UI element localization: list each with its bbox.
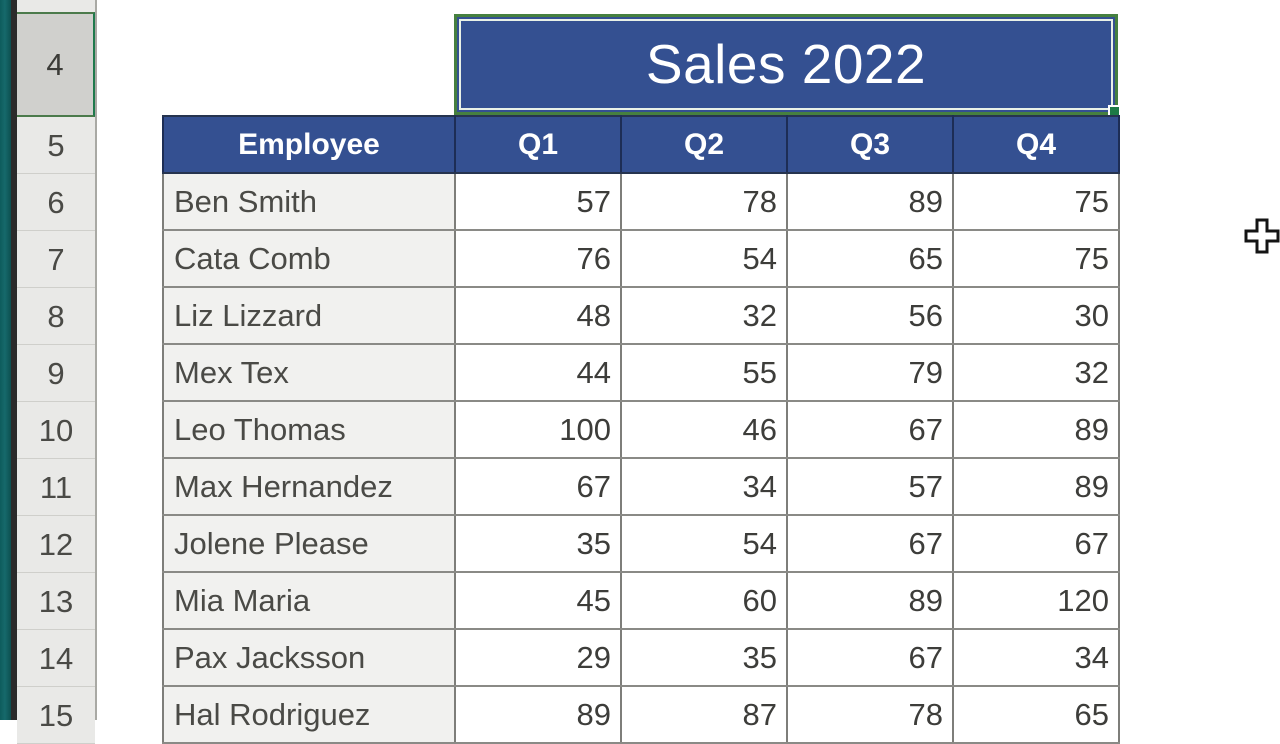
cell-q4[interactable]: 75 [953, 230, 1120, 288]
cell-q2[interactable]: 34 [621, 458, 788, 516]
row-header-4[interactable]: 4 [17, 12, 95, 117]
table-header-row-group: Employee Q1 Q2 Q3 Q4 [162, 115, 1120, 174]
cell-q2[interactable]: 54 [621, 230, 788, 288]
cell-q3[interactable]: 56 [787, 287, 954, 345]
cell-q3[interactable]: 65 [787, 230, 954, 288]
merged-title-cell[interactable]: Sales 2022 [454, 14, 1121, 118]
cell-q3[interactable]: 89 [787, 173, 954, 231]
cell-q4[interactable]: 89 [953, 458, 1120, 516]
cell-employee[interactable]: Jolene Please [162, 515, 456, 573]
cell-q2[interactable]: 60 [621, 572, 788, 630]
row-header-12[interactable]: 12 [17, 516, 95, 573]
cell-q3[interactable]: 67 [787, 629, 954, 687]
cell-q2[interactable]: 32 [621, 287, 788, 345]
cell-employee[interactable]: Mex Tex [162, 344, 456, 402]
cell-employee[interactable]: Ben Smith [162, 173, 456, 231]
cell-q4[interactable]: 65 [953, 686, 1120, 744]
cell-q3[interactable]: 89 [787, 572, 954, 630]
table-row[interactable]: Cata Comb 76 54 65 75 [162, 230, 1120, 288]
row-header-10[interactable]: 10 [17, 402, 95, 459]
cell-q3[interactable]: 57 [787, 458, 954, 516]
cell-q1[interactable]: 76 [455, 230, 622, 288]
page-title: Sales 2022 [645, 33, 927, 95]
row-header-11[interactable]: 11 [17, 459, 95, 516]
cell-employee[interactable]: Mia Maria [162, 572, 456, 630]
cell-q3[interactable]: 78 [787, 686, 954, 744]
row-header-gutter[interactable]: 4 5 6 7 8 9 10 11 12 13 14 15 [17, 0, 97, 744]
table-row[interactable]: Hal Rodriguez 89 87 78 65 [162, 686, 1120, 744]
cell-q4[interactable]: 75 [953, 173, 1120, 231]
column-header-q2[interactable]: Q2 [621, 115, 788, 174]
app-edge-strip [0, 0, 11, 720]
cell-q3[interactable]: 67 [787, 401, 954, 459]
cell-q4[interactable]: 120 [953, 572, 1120, 630]
cell-q4[interactable]: 30 [953, 287, 1120, 345]
cell-q2[interactable]: 46 [621, 401, 788, 459]
cell-q1[interactable]: 29 [455, 629, 622, 687]
cell-q4[interactable]: 34 [953, 629, 1120, 687]
cell-q2[interactable]: 78 [621, 173, 788, 231]
table-row[interactable]: Liz Lizzard 48 32 56 30 [162, 287, 1120, 345]
table-header-row: Employee Q1 Q2 Q3 Q4 [162, 115, 1120, 174]
cell-q3[interactable]: 79 [787, 344, 954, 402]
table-body: Ben Smith 57 78 89 75 Cata Comb 76 54 65 75 Liz Li… [162, 173, 1120, 744]
column-header-q1[interactable]: Q1 [455, 115, 622, 174]
cell-select-cross-cursor [1243, 218, 1280, 256]
row-header-15[interactable]: 15 [17, 687, 95, 744]
cell-q1[interactable]: 45 [455, 572, 622, 630]
cell-q1[interactable]: 67 [455, 458, 622, 516]
table-row[interactable]: Max Hernandez 67 34 57 89 [162, 458, 1120, 516]
table-row[interactable]: Jolene Please 35 54 67 67 [162, 515, 1120, 573]
cell-q1[interactable]: 44 [455, 344, 622, 402]
column-header-q4[interactable]: Q4 [953, 115, 1120, 174]
cell-employee[interactable]: Max Hernandez [162, 458, 456, 516]
cell-q2[interactable]: 54 [621, 515, 788, 573]
row-header-6[interactable]: 6 [17, 174, 95, 231]
spreadsheet-worksheet[interactable]: 4 5 6 7 8 9 10 11 12 13 14 15 Sales 2022 Employee Q… [0, 0, 1280, 744]
row-header-13[interactable]: 13 [17, 573, 95, 630]
cell-q1[interactable]: 48 [455, 287, 622, 345]
table-row[interactable]: Ben Smith 57 78 89 75 [162, 173, 1120, 231]
cell-employee[interactable]: Cata Comb [162, 230, 456, 288]
cell-q1[interactable]: 100 [455, 401, 622, 459]
cell-q2[interactable]: 35 [621, 629, 788, 687]
cell-employee[interactable]: Leo Thomas [162, 401, 456, 459]
sales-data-table[interactable]: Employee Q1 Q2 Q3 Q4 Ben Smith 57 78 89 75 Ca… [162, 115, 1120, 744]
merged-title-cell-inner: Sales 2022 [459, 19, 1113, 110]
row-header-9[interactable]: 9 [17, 345, 95, 402]
row-header-7[interactable]: 7 [17, 231, 95, 288]
table-row[interactable]: Leo Thomas 100 46 67 89 [162, 401, 1120, 459]
cell-q2[interactable]: 87 [621, 686, 788, 744]
cell-q1[interactable]: 57 [455, 173, 622, 231]
cell-q1[interactable]: 35 [455, 515, 622, 573]
row-header-14[interactable]: 14 [17, 630, 95, 687]
cell-employee[interactable]: Pax Jacksson [162, 629, 456, 687]
cell-q2[interactable]: 55 [621, 344, 788, 402]
table-row[interactable]: Mex Tex 44 55 79 32 [162, 344, 1120, 402]
row-header-5[interactable]: 5 [17, 117, 95, 174]
cell-q4[interactable]: 32 [953, 344, 1120, 402]
cell-q3[interactable]: 67 [787, 515, 954, 573]
cell-q4[interactable]: 67 [953, 515, 1120, 573]
table-row[interactable]: Pax Jacksson 29 35 67 34 [162, 629, 1120, 687]
column-header-employee[interactable]: Employee [162, 115, 456, 174]
cell-employee[interactable]: Hal Rodriguez [162, 686, 456, 744]
cell-q1[interactable]: 89 [455, 686, 622, 744]
row-header-8[interactable]: 8 [17, 288, 95, 345]
column-header-q3[interactable]: Q3 [787, 115, 954, 174]
table-row[interactable]: Mia Maria 45 60 89 120 [162, 572, 1120, 630]
cell-q4[interactable]: 89 [953, 401, 1120, 459]
cell-employee[interactable]: Liz Lizzard [162, 287, 456, 345]
